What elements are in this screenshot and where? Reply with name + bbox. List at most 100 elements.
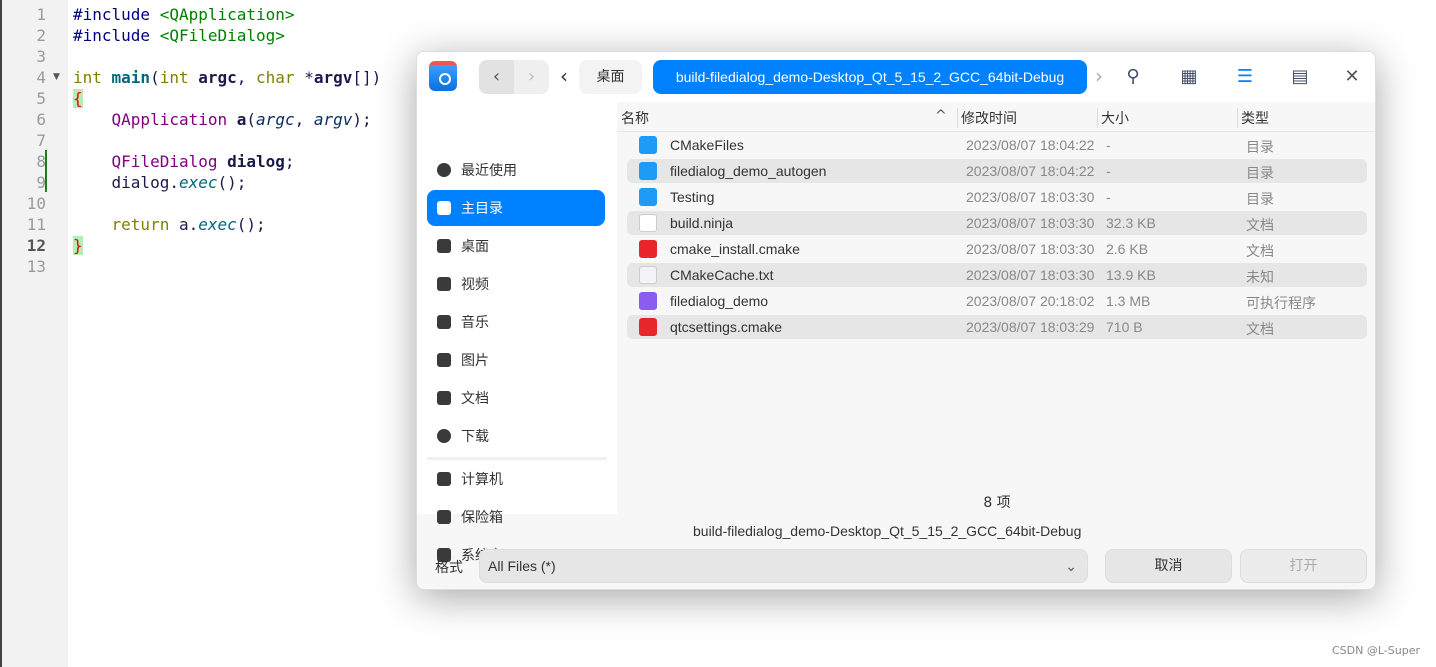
dialog-titlebar: ‹ › ‹ 桌面 build-filedialog_demo-Desktop_Q…: [417, 52, 1375, 102]
file-list-header: 名称 ^ 修改时间 大小 类型: [617, 104, 1375, 132]
code-token: *: [304, 68, 314, 87]
sidebar-item[interactable]: 最近使用: [427, 152, 605, 188]
code-token: {: [73, 89, 83, 108]
breadcrumb-desktop[interactable]: 桌面: [579, 60, 642, 94]
column-name[interactable]: 名称: [621, 108, 649, 128]
code-line: return a.exec();: [73, 214, 381, 235]
music-icon: [437, 315, 451, 329]
code-token: argv: [313, 68, 353, 87]
code-text[interactable]: #include <QApplication> #include <QFileDi…: [73, 4, 381, 277]
home-icon: [437, 201, 451, 215]
file-filter-value: All Files (*): [488, 558, 556, 574]
file-name: filedialog_demo: [670, 293, 769, 309]
code-line: QFileDialog dialog;: [73, 151, 381, 172]
file-date: 2023/08/07 18:03:29: [966, 319, 1095, 335]
detail-view-icon[interactable]: ▤: [1287, 64, 1313, 90]
sidebar-item[interactable]: 图片: [427, 342, 605, 378]
sidebar-divider: [427, 457, 607, 460]
code-token: argc: [256, 110, 295, 129]
file-type: 文档: [1246, 321, 1274, 337]
current-path-label: build-filedialog_demo-Desktop_Qt_5_15_2_…: [693, 523, 1082, 539]
file-row[interactable]: Testing 2023/08/07 18:03:30- 目录: [627, 185, 1367, 209]
back-button[interactable]: ‹: [479, 60, 514, 94]
file-row[interactable]: qtcsettings.cmake 2023/08/07 18:03:29 710 …: [627, 315, 1367, 339]
line-number: 9: [36, 173, 46, 192]
file-size: 32.3 KB: [1106, 215, 1156, 231]
file-name: CMakeFiles: [670, 137, 744, 153]
watermark: CSDN @L-Super: [1332, 644, 1420, 657]
list-view-icon[interactable]: ☰: [1232, 64, 1258, 90]
exe-file-icon: [639, 292, 657, 310]
file-type: 文档: [1246, 217, 1274, 233]
column-size[interactable]: 大小: [1101, 108, 1129, 128]
code-token: ,: [236, 68, 257, 87]
sidebar-item-label: 下载: [461, 429, 489, 445]
forward-button[interactable]: ›: [514, 60, 549, 94]
code-token: []): [352, 68, 382, 87]
breadcrumb-next-icon[interactable]: ›: [1095, 64, 1103, 88]
code-token: (: [246, 110, 257, 129]
open-button[interactable]: 打开: [1240, 549, 1367, 583]
cm-file-icon: [639, 318, 657, 336]
sidebar-item[interactable]: 视频: [427, 266, 605, 302]
sidebar-item[interactable]: 计算机: [427, 461, 605, 497]
file-row[interactable]: filedialog_demo_autogen 2023/08/07 18:04:…: [627, 159, 1367, 183]
column-type[interactable]: 类型: [1241, 108, 1269, 128]
fold-arrow-icon[interactable]: ▼: [53, 72, 60, 82]
sidebar-item[interactable]: 音乐: [427, 304, 605, 340]
cancel-button[interactable]: 取消: [1105, 549, 1232, 583]
code-token: (: [150, 68, 160, 87]
breadcrumb-prev-icon[interactable]: ‹: [560, 64, 568, 88]
folder-file-icon: [639, 188, 657, 206]
picture-icon: [437, 353, 451, 367]
code-token: argc: [198, 68, 237, 87]
download-icon: [437, 429, 451, 443]
file-name: filedialog_demo_autogen: [670, 163, 827, 179]
file-type: 目录: [1246, 139, 1274, 155]
sidebar-item[interactable]: 下载: [427, 418, 605, 454]
item-count: 8 项: [983, 495, 1011, 511]
breadcrumb-current[interactable]: build-filedialog_demo-Desktop_Qt_5_15_2_…: [653, 60, 1087, 94]
sidebar-item[interactable]: 主目录: [427, 190, 605, 226]
code-token: <QFileDialog>: [159, 26, 285, 45]
file-row[interactable]: build.ninja 2023/08/07 18:03:30 32.3 KB 文档: [627, 211, 1367, 235]
computer-icon: [437, 472, 451, 486]
sidebar-item-label: 计算机: [461, 472, 503, 488]
cm-file-icon: [639, 240, 657, 258]
file-row[interactable]: CMakeFiles 2023/08/07 18:04:22- 目录: [627, 133, 1367, 157]
app-icon: [429, 61, 457, 91]
chevron-down-icon: ⌄: [1065, 558, 1077, 574]
clock-icon: [437, 163, 451, 177]
file-row[interactable]: CMakeCache.txt 2023/08/07 18:03:30 13.9 KB…: [627, 263, 1367, 287]
code-token: QFileDialog: [111, 152, 228, 171]
sidebar-item[interactable]: 桌面: [427, 228, 605, 264]
file-type: 目录: [1246, 165, 1274, 181]
file-size: -: [1106, 137, 1111, 153]
folder-file-icon: [639, 162, 657, 180]
code-token: main: [111, 68, 151, 87]
file-size: 710 B: [1106, 319, 1143, 335]
sidebar-item-label: 音乐: [461, 315, 489, 331]
file-row[interactable]: cmake_install.cmake 2023/08/07 18:03:30 2.…: [627, 237, 1367, 261]
code-line: int main(int argc, char *argv[]): [73, 67, 381, 88]
txt-file-icon: [639, 266, 657, 284]
sidebar: 最近使用主目录桌面视频音乐图片文档下载计算机保险箱系统盘: [417, 102, 617, 564]
line-number: 1: [36, 5, 46, 24]
sort-ascending-icon[interactable]: ^: [935, 108, 947, 124]
file-row[interactable]: filedialog_demo 2023/08/07 20:18:02 1.3 MB…: [627, 289, 1367, 313]
line-number: 11: [26, 215, 46, 234]
sidebar-item-label: 桌面: [461, 239, 489, 255]
file-filter-select[interactable]: All Files (*) ⌄: [479, 549, 1088, 583]
sidebar-item-label: 图片: [461, 353, 489, 369]
file-dialog: ‹ › ‹ 桌面 build-filedialog_demo-Desktop_Q…: [416, 51, 1376, 590]
icon-view-icon[interactable]: ▦: [1176, 64, 1202, 90]
close-icon[interactable]: ✕: [1339, 64, 1365, 90]
file-size: 2.6 KB: [1106, 241, 1149, 257]
search-icon[interactable]: ⚲: [1120, 64, 1146, 90]
column-modified[interactable]: 修改时间: [961, 108, 1017, 128]
code-line: #include <QFileDialog>: [73, 25, 381, 46]
sidebar-item[interactable]: 文档: [427, 380, 605, 416]
